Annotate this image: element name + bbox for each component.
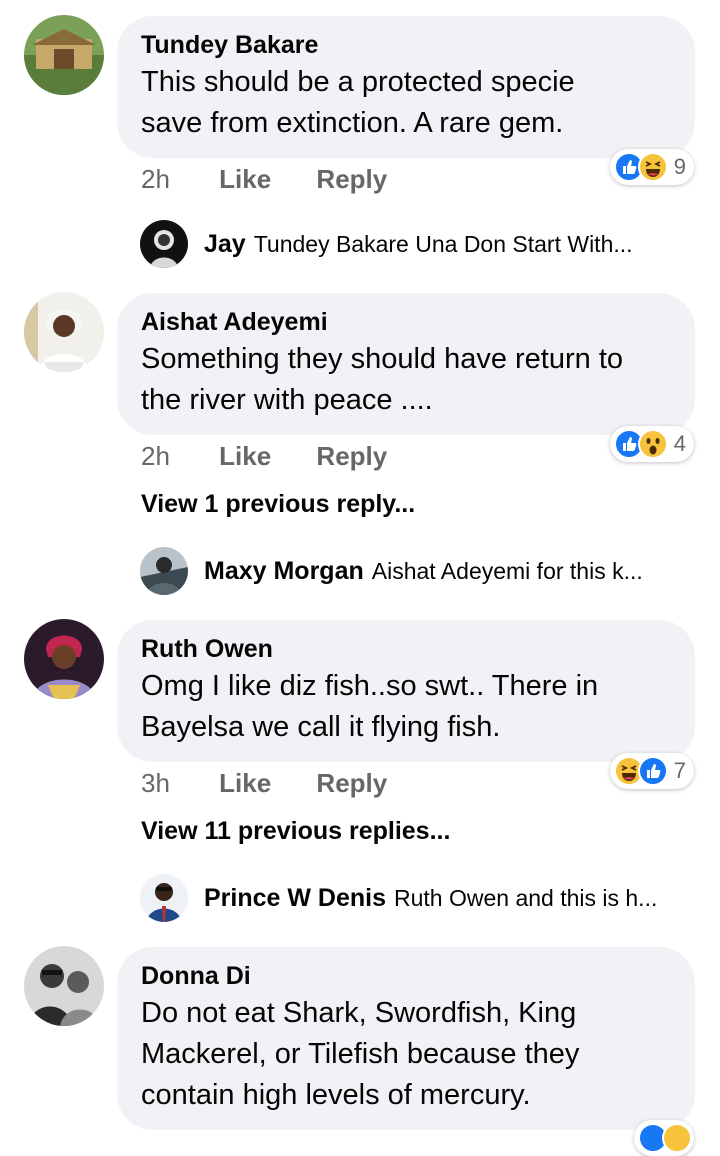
comment-text: Bayelsa we call it flying fish. <box>141 711 501 743</box>
avatar[interactable] <box>140 220 188 268</box>
comment-time[interactable]: 2h <box>141 441 170 471</box>
reply-button[interactable]: Reply <box>316 164 387 194</box>
avatar[interactable] <box>140 874 188 922</box>
comment-bubble: Ruth Owen Omg I like diz fish..so swt.. … <box>117 620 695 762</box>
reply-author[interactable]: Jay <box>204 230 246 259</box>
comment-text: contain high levels of mercury. <box>141 1079 531 1111</box>
reply-button[interactable]: Reply <box>316 768 387 798</box>
avatar[interactable] <box>24 946 104 1026</box>
reply-text: Ruth Owen and this is h... <box>394 884 658 911</box>
haha-icon <box>637 152 668 182</box>
comment-author[interactable]: Ruth Owen <box>141 632 671 666</box>
view-previous-replies[interactable]: View 1 previous reply... <box>141 490 415 519</box>
comment-author[interactable]: Tundey Bakare <box>141 28 671 62</box>
avatar[interactable] <box>24 619 104 699</box>
comment-bubble: Aishat Adeyemi Something they should hav… <box>117 293 695 435</box>
reaction-count: 9 <box>673 154 686 179</box>
reply-preview[interactable]: Maxy Morgan Aishat Adeyemi for this k... <box>140 546 643 596</box>
avatar[interactable] <box>24 15 104 95</box>
comment-author[interactable]: Aishat Adeyemi <box>141 305 671 339</box>
comment-text: save from extinction. A rare gem. <box>141 107 564 139</box>
comment-text: the river with peace .... <box>141 384 433 416</box>
comment-bubble: Tundey Bakare This should be a protected… <box>117 16 695 158</box>
reply-button[interactable]: Reply <box>316 441 387 471</box>
reply-preview[interactable]: Jay Tundey Bakare Una Don Start With... <box>140 219 633 269</box>
reaction-summary[interactable]: 4 <box>609 426 694 462</box>
avatar[interactable] <box>140 547 188 595</box>
comment-text: Mackerel, or Tilefish because they <box>141 1038 580 1070</box>
reaction-count: 4 <box>673 431 686 456</box>
comment-time[interactable]: 2h <box>141 164 170 194</box>
wow-icon <box>637 429 668 459</box>
reaction-summary[interactable] <box>634 1120 694 1156</box>
comment-actions: 2h Like Reply <box>141 441 425 472</box>
reaction-count: 7 <box>673 758 686 783</box>
comment-time[interactable]: 3h <box>141 768 170 798</box>
like-button[interactable]: Like <box>219 441 271 471</box>
like-icon <box>637 756 668 786</box>
reply-preview[interactable]: Prince W Denis Ruth Owen and this is h..… <box>140 873 657 923</box>
reply-author[interactable]: Maxy Morgan <box>204 557 364 586</box>
view-previous-replies[interactable]: View 11 previous replies... <box>141 817 450 846</box>
reaction-summary[interactable]: 9 <box>609 149 694 185</box>
comment-text: Something they should have return to <box>141 343 624 375</box>
comment-text: This should be a protected specie <box>141 66 575 98</box>
like-button[interactable]: Like <box>219 768 271 798</box>
reply-text: Tundey Bakare Una Don Start With... <box>253 230 633 257</box>
comment-text: Omg I like diz fish..so swt.. There in <box>141 670 599 702</box>
comment-actions: 2h Like Reply <box>141 164 425 195</box>
comment-actions: 3h Like Reply <box>141 768 425 799</box>
reply-author[interactable]: Prince W Denis <box>204 884 386 913</box>
comment-text: Do not eat Shark, Swordfish, King <box>141 997 577 1029</box>
comment-bubble: Donna Di Do not eat Shark, Swordfish, Ki… <box>117 947 695 1130</box>
reaction-summary[interactable]: 7 <box>609 753 694 789</box>
like-button[interactable]: Like <box>219 164 271 194</box>
comment-author[interactable]: Donna Di <box>141 959 671 993</box>
reply-text: Aishat Adeyemi for this k... <box>371 557 643 584</box>
haha-icon <box>662 1123 692 1153</box>
avatar[interactable] <box>24 292 104 372</box>
